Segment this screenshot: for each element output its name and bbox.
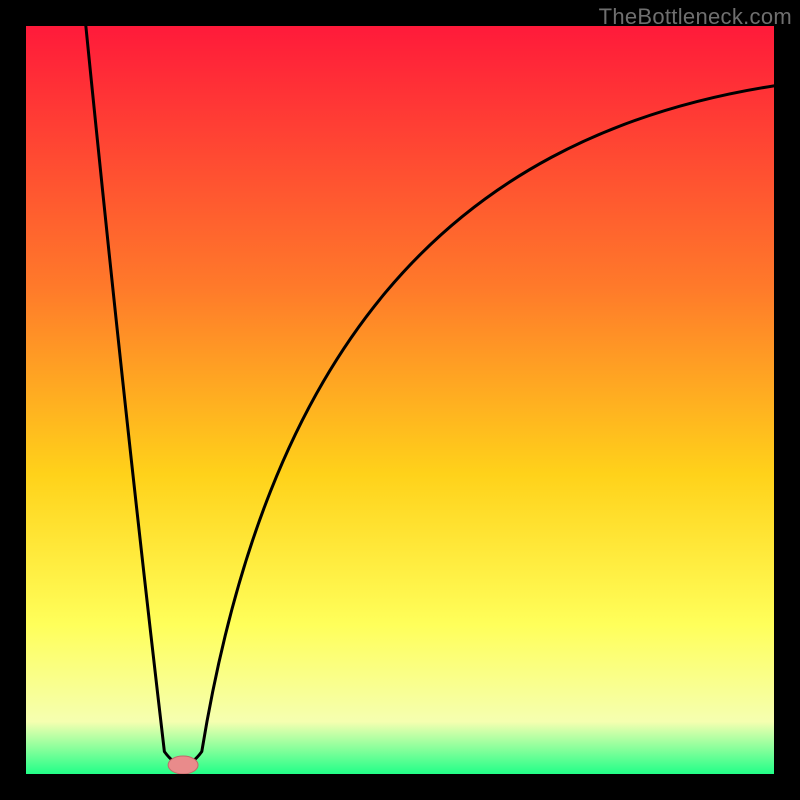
gradient-background xyxy=(26,26,774,774)
attribution-label: TheBottleneck.com xyxy=(599,4,792,30)
chart-frame: TheBottleneck.com xyxy=(0,0,800,800)
minimum-marker xyxy=(168,756,198,774)
bottleneck-curve-chart xyxy=(26,26,774,774)
plot-area xyxy=(26,26,774,774)
